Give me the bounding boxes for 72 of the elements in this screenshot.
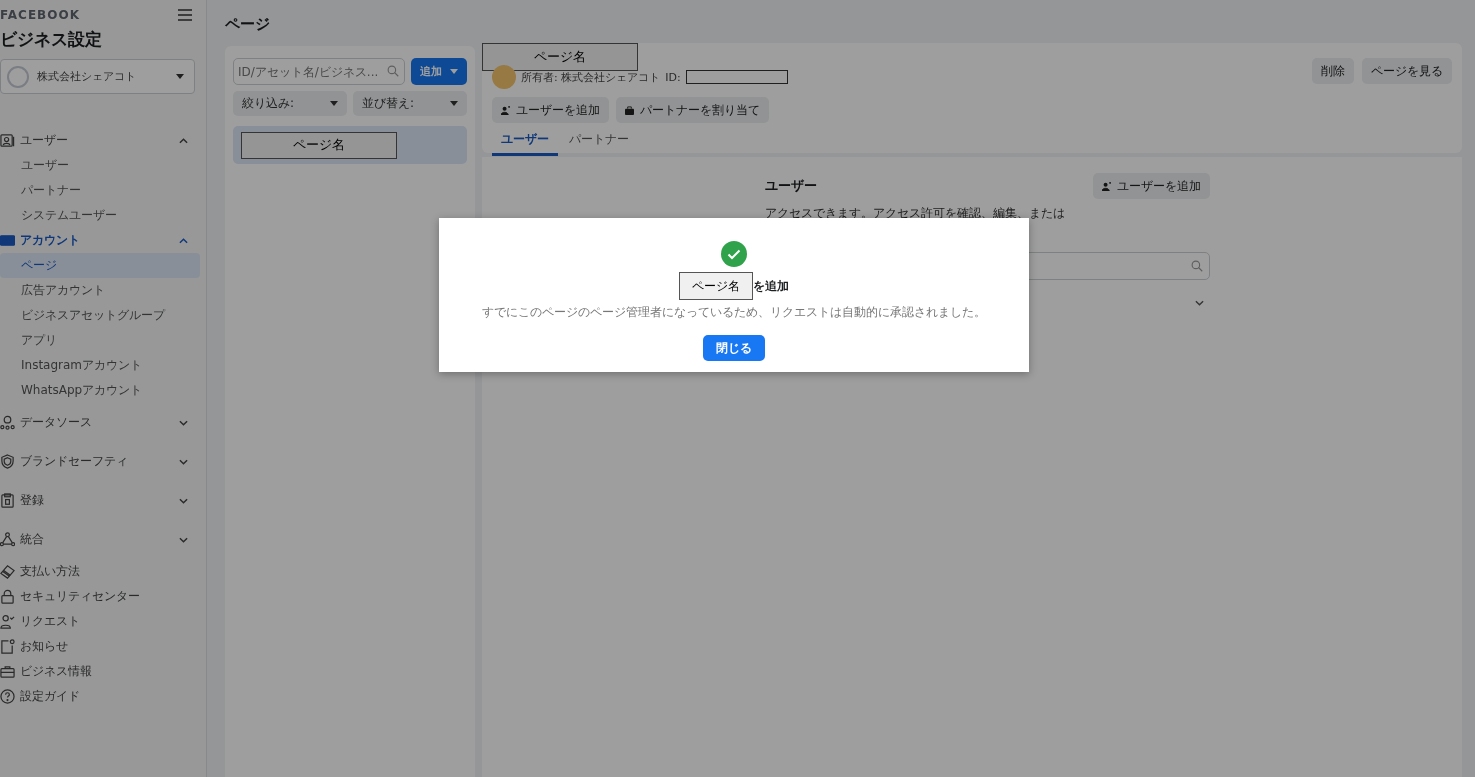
page-heading: ページ: [225, 15, 271, 34]
chevron-icon: [179, 458, 188, 465]
nav-section[interactable]: お知らせ: [0, 634, 200, 659]
avatar-icon: [7, 65, 29, 88]
add-button[interactable]: 追加: [411, 58, 467, 85]
nav-section[interactable]: 登録: [0, 481, 200, 520]
add-user-button[interactable]: ユーザーを追加: [1092, 173, 1210, 199]
dialog-title: を追加: [752, 277, 789, 295]
page-name: ページ名: [678, 272, 753, 300]
app-title: ビジネス設定: [0, 28, 103, 51]
nav-section[interactable]: データソース: [0, 403, 200, 442]
filter-dropdown[interactable]: 絞り込み:: [233, 91, 347, 116]
sort-dropdown[interactable]: 並び替え:: [353, 91, 467, 116]
nav-item[interactable]: Instagramアカウント: [0, 353, 200, 378]
chevron-icon: [179, 137, 188, 144]
shield-icon: [0, 454, 15, 469]
nav-item[interactable]: WhatsAppアカウント: [0, 378, 200, 403]
chevron-icon: [179, 497, 188, 504]
account-icon: [0, 233, 15, 248]
search-icon: [1190, 260, 1203, 272]
dialog-message: すでにこのページのページ管理者になっているため、リクエストは自動的に承認されました。: [481, 304, 986, 321]
success-check-icon: [720, 241, 747, 267]
chevron-icon: [179, 536, 188, 543]
header-button[interactable]: 削除: [1312, 58, 1354, 84]
nav-item[interactable]: アプリ: [0, 328, 200, 353]
nav-item[interactable]: 広告アカウント: [0, 278, 200, 303]
chevron-icon: [179, 419, 188, 426]
nav-section[interactable]: ユーザー: [0, 128, 200, 153]
nav-item[interactable]: ページ: [0, 253, 200, 278]
nav-item[interactable]: ユーザー: [0, 153, 200, 178]
nav-item[interactable]: パートナー: [0, 178, 200, 203]
data-icon: [0, 415, 15, 430]
menu-icon[interactable]: [178, 9, 192, 21]
chevron-icon: [1194, 300, 1204, 306]
business-selector[interactable]: 株式会社シェアコト: [0, 59, 195, 94]
close-button[interactable]: 閉じる: [702, 335, 765, 361]
nav-section[interactable]: 統合: [0, 520, 200, 559]
help-icon: [0, 689, 15, 704]
caret-icon: [176, 74, 184, 79]
briefcase-icon: [0, 664, 15, 679]
request-icon: [0, 614, 15, 629]
page-avatar: [492, 65, 516, 89]
nav-section[interactable]: 設定ガイド: [0, 684, 200, 709]
page-name: ページ名: [482, 43, 638, 71]
nav-section[interactable]: 支払い方法: [0, 559, 200, 584]
search-icon: [387, 65, 399, 77]
nav-section[interactable]: ビジネス情報: [0, 659, 200, 684]
add-person-icon: [501, 105, 510, 115]
integration-icon: [0, 532, 15, 547]
nav-section[interactable]: ブランドセーフティ: [0, 442, 200, 481]
notice-icon: [0, 639, 15, 654]
id-label: ID:: [665, 70, 681, 84]
nav-item[interactable]: ビジネスアセットグループ: [0, 303, 200, 328]
search-field[interactable]: ID/アセット名/ビジネス...: [233, 58, 405, 85]
user-icon: [0, 133, 15, 148]
tab[interactable]: パートナー: [560, 127, 638, 156]
header-button[interactable]: ページを見る: [1362, 58, 1452, 84]
clipboard-icon: [0, 493, 15, 508]
action-button[interactable]: パートナーを割り当て: [616, 97, 769, 123]
owner-text: 所有者: 株式会社シェアコト: [521, 69, 661, 85]
card-icon: [0, 564, 15, 579]
nav-item[interactable]: システムユーザー: [0, 203, 200, 228]
brand-name: FACEBOOK: [0, 8, 80, 22]
briefcase-icon: [625, 105, 634, 115]
chevron-icon: [179, 237, 188, 244]
add-person-icon: [1101, 181, 1111, 191]
nav-section[interactable]: リクエスト: [0, 609, 200, 634]
page-list-item[interactable]: ページ名: [233, 126, 467, 164]
action-button[interactable]: ユーザーを追加: [492, 97, 609, 123]
lock-icon: [0, 589, 15, 604]
nav-section[interactable]: セキュリティセンター: [0, 584, 200, 609]
section-title: ユーザー: [764, 177, 817, 195]
